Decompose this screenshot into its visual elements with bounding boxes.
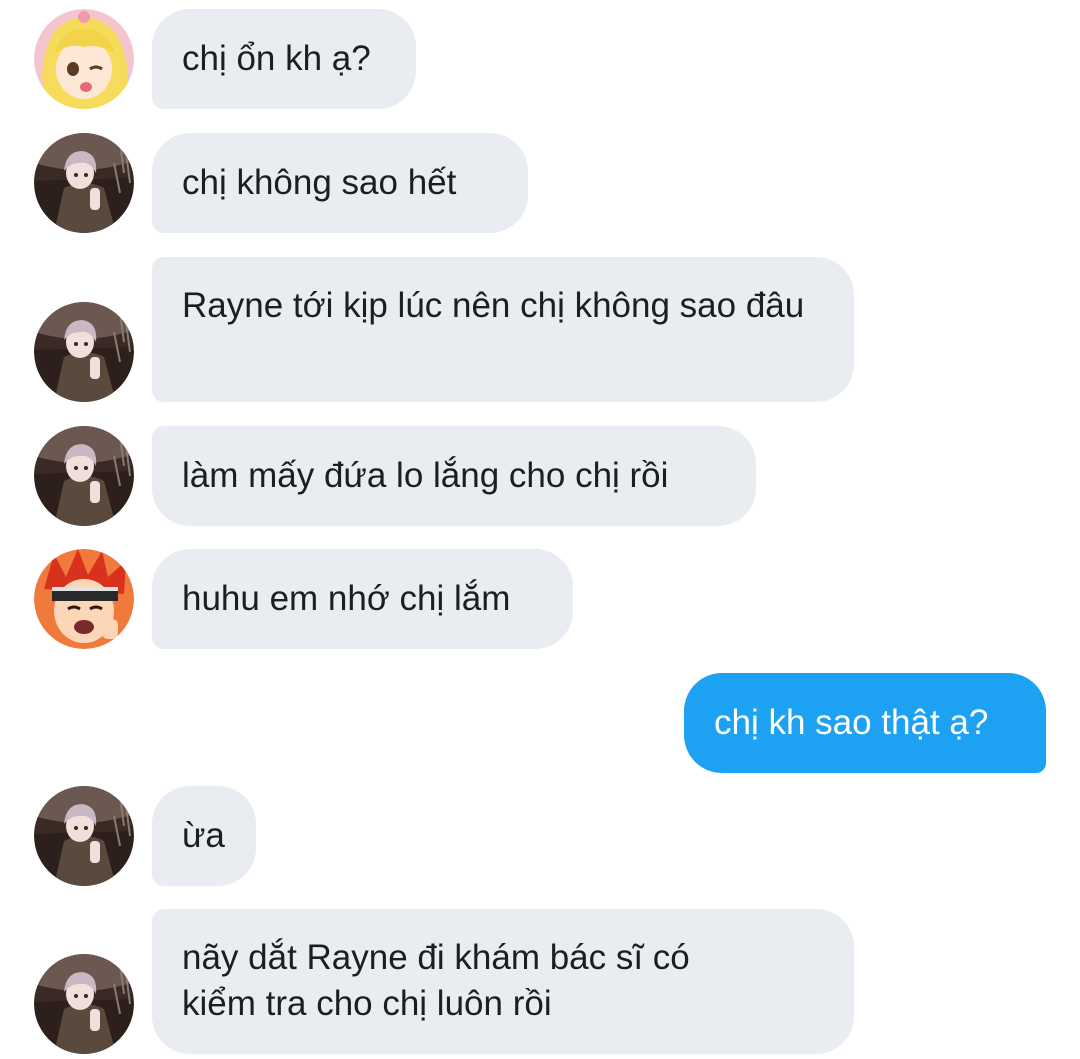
avatar-silver-hair-icon[interactable] xyxy=(34,426,134,526)
message-bubble[interactable]: làm mấy đứa lo lắng cho chị rồi xyxy=(152,426,756,526)
avatar-silver-hair-icon[interactable] xyxy=(34,302,134,402)
message-bubble[interactable]: chị không sao hết xyxy=(152,133,528,233)
message-bubble[interactable]: chị ổn kh ạ? xyxy=(152,9,416,109)
message-bubble[interactable]: Rayne tới kịp lúc nên chị không sao đâu xyxy=(152,257,854,402)
message-text: chị không sao hết xyxy=(182,163,457,202)
avatar-silver-hair-icon[interactable] xyxy=(34,954,134,1054)
avatar-blonde-girl-icon[interactable] xyxy=(34,9,134,109)
message-text: huhu em nhớ chị lắm xyxy=(182,579,511,618)
avatar-silver-hair-icon[interactable] xyxy=(34,786,134,886)
message-text: nãy dắt Rayne đi khám bác sĩ có kiểm tra… xyxy=(182,938,690,1023)
message-text: chị kh sao thật ạ? xyxy=(714,703,989,742)
outgoing-message-bubble[interactable]: chị kh sao thật ạ? xyxy=(684,673,1046,773)
message-bubble[interactable]: nãy dắt Rayne đi khám bác sĩ có kiểm tra… xyxy=(152,909,854,1054)
message-text: làm mấy đứa lo lắng cho chị rồi xyxy=(182,456,669,495)
message-text: ừa xyxy=(182,816,225,855)
message-text: Rayne tới kịp lúc nên chị không sao đâu xyxy=(182,286,805,325)
message-bubble[interactable]: huhu em nhớ chị lắm xyxy=(152,549,573,649)
message-text: chị ổn kh ạ? xyxy=(182,39,371,78)
avatar-silver-hair-icon[interactable] xyxy=(34,133,134,233)
avatar-red-hair-icon[interactable] xyxy=(34,549,134,649)
message-bubble[interactable]: ừa xyxy=(152,786,256,886)
